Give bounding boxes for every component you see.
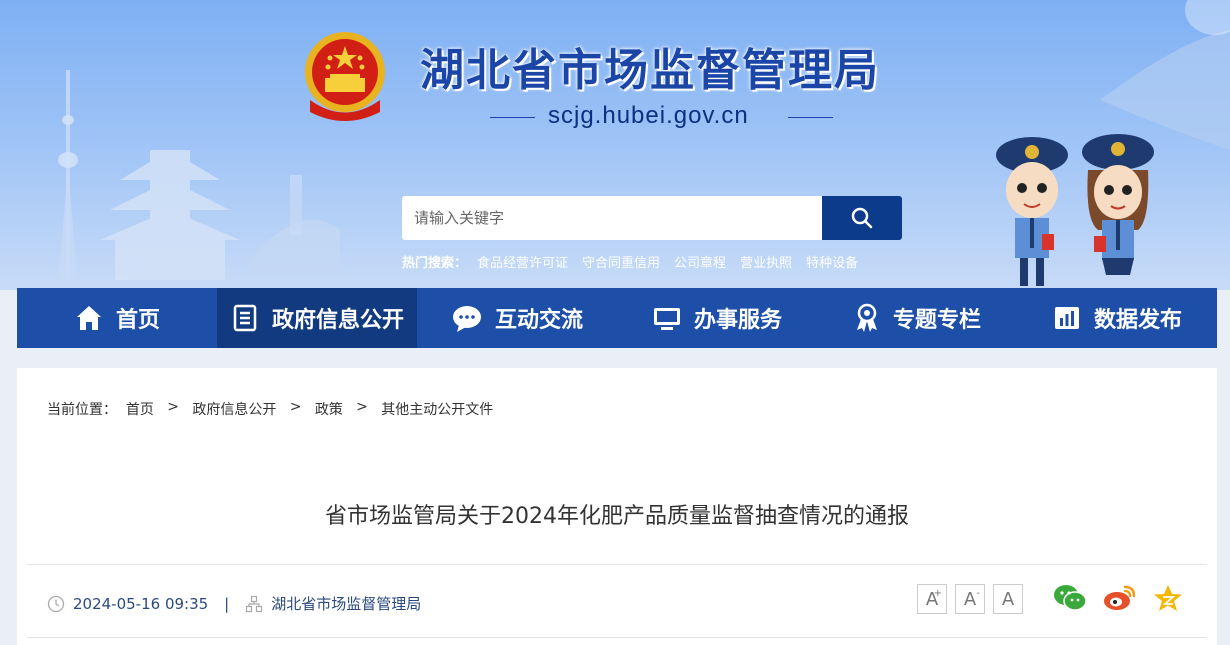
nav-item-data[interactable]: 数据发布 <box>1017 288 1217 348</box>
breadcrumb-separator: > <box>356 399 368 415</box>
nav-item-label: 数据发布 <box>1093 308 1182 333</box>
nav-item-topics[interactable]: 专题专栏 <box>817 288 1017 348</box>
hot-search-link[interactable]: 守合同重信用 <box>582 252 660 271</box>
nav-item-gov-info[interactable]: 政府信息公开 <box>217 288 417 348</box>
weibo-icon <box>1104 585 1136 610</box>
breadcrumb-link[interactable]: 政策 <box>315 399 343 419</box>
article-title: 省市场监管局关于2024年化肥产品质量监督抽查情况的通报 <box>325 504 909 529</box>
divider-right <box>788 117 833 118</box>
article-panel: 当前位置： 首页 > 政府信息公开 > 政策 > 其他主动公开文件 省市场监管局… <box>17 368 1217 645</box>
clock-icon <box>47 595 65 612</box>
nav-item-label: 办事服务 <box>693 308 782 333</box>
hot-search-link[interactable]: 公司章程 <box>674 252 726 271</box>
hot-search-label: 热门搜索： <box>402 256 468 271</box>
nav-item-label: 互动交流 <box>494 308 583 333</box>
share-bar <box>1053 584 1183 612</box>
divider <box>27 637 1207 638</box>
home-icon <box>76 306 101 330</box>
national-emblem-icon <box>305 32 385 121</box>
breadcrumb-separator: > <box>167 399 179 415</box>
font-decrease-button[interactable]: A- <box>955 584 985 614</box>
nav-item-label: 专题专栏 <box>892 308 981 333</box>
chart-icon <box>1054 307 1079 329</box>
font-increase-button[interactable]: A + <box>917 584 947 614</box>
hot-search-bar: 热门搜索： 食品经营许可证 守合同重信用 公司章程 营业执照 特种设备 <box>402 252 858 271</box>
search-icon <box>851 207 873 229</box>
search-input[interactable] <box>402 196 822 240</box>
document-icon <box>233 304 257 332</box>
breadcrumb-separator: > <box>289 399 302 415</box>
share-weibo-button[interactable] <box>1103 584 1137 612</box>
breadcrumb-link[interactable]: 其他主动公开文件 <box>381 399 493 419</box>
main-navigation: 首页 政府信息公开 互动交流 办事服务 专题专栏 数据发布 <box>17 288 1217 348</box>
nav-item-home[interactable]: 首页 <box>17 288 217 348</box>
nav-item-interaction[interactable]: 互动交流 <box>417 288 617 348</box>
breadcrumb-link[interactable]: 政府信息公开 <box>192 399 276 419</box>
search-button[interactable] <box>822 196 902 240</box>
article-source: 湖北省市场监督管理局 <box>271 595 422 613</box>
nav-item-label: 首页 <box>115 308 160 333</box>
hot-search-link[interactable]: 营业执照 <box>740 252 792 271</box>
award-icon <box>856 303 877 332</box>
chat-icon <box>452 306 481 332</box>
publish-date: 2024-05-16 09:35 <box>73 594 209 613</box>
nav-item-label: 政府信息公开 <box>271 308 404 333</box>
nav-item-services[interactable]: 办事服务 <box>617 288 817 348</box>
site-domain: scjg.hubei.gov.cn <box>548 102 749 129</box>
breadcrumb: 当前位置： 首页 > 政府信息公开 > 政策 > 其他主动公开文件 <box>47 399 493 419</box>
site-header: 湖北省市场监督管理局 scjg.hubei.gov.cn 热门搜索： 食品经营许… <box>0 0 1230 290</box>
divider <box>27 564 1207 565</box>
meta-divider: | <box>224 594 230 613</box>
article-meta: 2024-05-16 09:35 | 湖北省市场监督管理局 <box>47 593 421 614</box>
mascot-officers-illustration <box>996 134 1154 286</box>
divider-left <box>490 117 535 118</box>
hot-search-link[interactable]: 食品经营许可证 <box>477 252 568 271</box>
site-title: 湖北省市场监督管理局 <box>420 45 880 96</box>
breadcrumb-link[interactable]: 首页 <box>126 399 154 419</box>
hot-search-link[interactable]: 特种设备 <box>806 252 858 271</box>
organization-icon <box>246 595 263 612</box>
favorite-icon <box>1154 585 1182 611</box>
share-wechat-button[interactable] <box>1053 584 1087 612</box>
font-size-controls: A + A- A <box>917 584 1023 614</box>
wechat-icon <box>1054 585 1087 611</box>
breadcrumb-label: 当前位置： <box>47 402 117 418</box>
font-reset-button[interactable]: A <box>993 584 1023 614</box>
monitor-icon <box>653 308 680 330</box>
add-favorite-button[interactable] <box>1153 584 1183 612</box>
